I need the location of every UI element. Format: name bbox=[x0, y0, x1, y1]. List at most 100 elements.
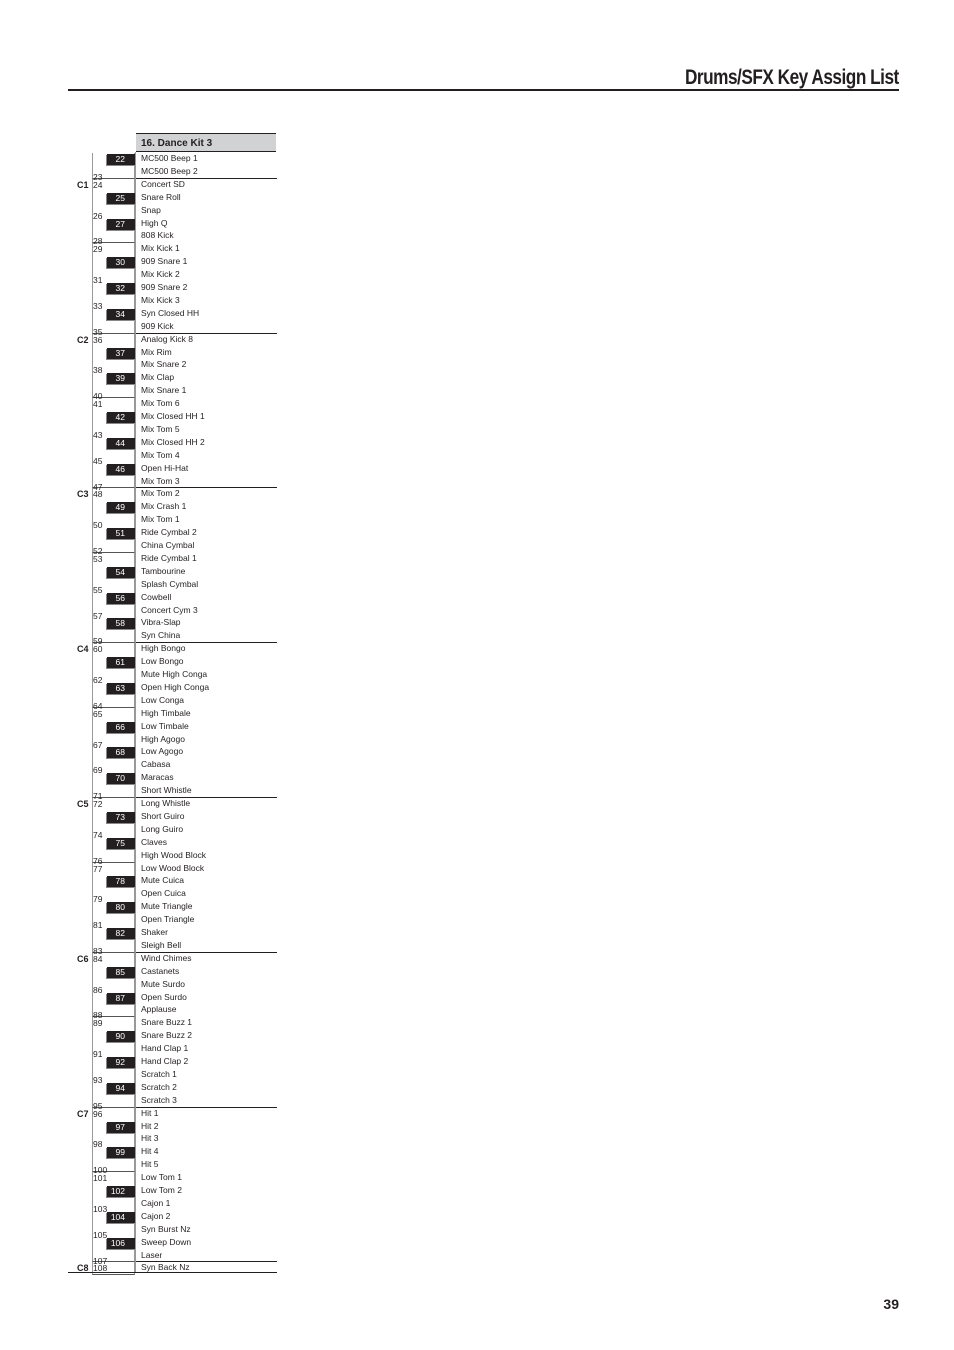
list-item: Cowbell bbox=[141, 591, 172, 602]
white-key-number: 96 bbox=[93, 1108, 103, 1119]
white-key-number: 24 bbox=[93, 179, 103, 190]
list-item: Short Guiro bbox=[141, 810, 185, 821]
black-key[interactable]: 44 bbox=[107, 437, 135, 449]
list-item: Low Tom 1 bbox=[141, 1172, 182, 1183]
white-key-number: 53 bbox=[93, 553, 103, 564]
list-item: Hit 1 bbox=[141, 1107, 159, 1118]
black-key[interactable]: 63 bbox=[107, 682, 135, 694]
black-key[interactable]: 99 bbox=[107, 1147, 135, 1159]
list-item: Long Guiro bbox=[141, 823, 184, 834]
list-item: Open Surdo bbox=[141, 991, 187, 1002]
black-key[interactable]: 37 bbox=[107, 347, 135, 359]
list-item: 909 Snare 2 bbox=[141, 282, 188, 292]
black-key[interactable]: 22 bbox=[107, 154, 135, 165]
list-item: Long Whistle bbox=[141, 798, 191, 808]
white-key-number: 81 bbox=[93, 920, 103, 931]
octave-rule bbox=[136, 332, 277, 334]
black-key[interactable]: 75 bbox=[107, 837, 135, 849]
title-rule bbox=[68, 89, 899, 91]
white-key-number: 93 bbox=[93, 1074, 103, 1085]
black-key[interactable]: 82 bbox=[107, 928, 135, 939]
list-item: High Timbale bbox=[141, 707, 191, 718]
list-item: Cajon 2 bbox=[141, 1210, 171, 1221]
white-key-number: 43 bbox=[93, 429, 103, 440]
black-key[interactable]: 106 bbox=[107, 1237, 135, 1249]
white-key-number: 103 bbox=[93, 1203, 108, 1214]
black-key[interactable]: 56 bbox=[107, 592, 135, 604]
black-key[interactable]: 27 bbox=[107, 218, 135, 230]
white-key-number: 72 bbox=[93, 799, 103, 809]
black-key[interactable]: 97 bbox=[107, 1121, 135, 1133]
list-item: Mix Kick 2 bbox=[141, 269, 180, 280]
white-key-number: 48 bbox=[93, 489, 103, 500]
black-key[interactable]: 34 bbox=[107, 308, 135, 320]
black-key[interactable]: 73 bbox=[107, 811, 135, 823]
black-key[interactable]: 39 bbox=[107, 373, 135, 385]
black-key[interactable]: 70 bbox=[107, 773, 135, 785]
black-key[interactable]: 46 bbox=[107, 463, 135, 475]
list-item: Analog Kick 8 bbox=[141, 333, 193, 344]
white-key-number: 69 bbox=[93, 765, 103, 776]
list-item: Mute Triangle bbox=[141, 901, 193, 912]
octave-label: C2 bbox=[77, 334, 89, 345]
list-item: Low Timbale bbox=[141, 720, 189, 731]
black-key[interactable]: 58 bbox=[107, 618, 135, 630]
black-key[interactable]: 51 bbox=[107, 528, 135, 540]
keyboard-divider bbox=[135, 152, 136, 1273]
black-key[interactable]: 78 bbox=[107, 876, 135, 888]
black-key[interactable]: 104 bbox=[107, 1211, 135, 1223]
white-key-number: 98 bbox=[93, 1139, 103, 1150]
list-item: Snare Roll bbox=[141, 191, 181, 202]
black-key[interactable]: 102 bbox=[107, 1186, 135, 1197]
white-key-number: 67 bbox=[93, 739, 103, 750]
list-item: Mix Kick 1 bbox=[141, 243, 180, 254]
list-item: Hit 5 bbox=[141, 1159, 159, 1170]
list-item: Mix Tom 3 bbox=[141, 475, 180, 486]
white-key-number: 33 bbox=[93, 300, 103, 311]
white-key-number: 60 bbox=[93, 644, 103, 655]
list-item: Low Agogo bbox=[141, 746, 184, 757]
white-key-number: 65 bbox=[93, 708, 103, 719]
white-key-number: 50 bbox=[93, 520, 103, 531]
list-item: Castanets bbox=[141, 965, 180, 976]
white-key-number: 86 bbox=[93, 984, 103, 995]
list-item: Ride Cymbal 2 bbox=[141, 527, 197, 538]
black-key[interactable]: 92 bbox=[107, 1057, 135, 1068]
list-item: Hit 3 bbox=[141, 1133, 159, 1144]
list-item: Snap bbox=[141, 204, 161, 215]
black-key[interactable]: 80 bbox=[107, 902, 135, 914]
list-item: Scratch 2 bbox=[141, 1081, 177, 1092]
page-title: Drums/SFX Key Assign List bbox=[685, 66, 899, 89]
list-item: Scratch 1 bbox=[141, 1068, 177, 1079]
list-item: Low Conga bbox=[141, 694, 185, 705]
list-item: Hit 2 bbox=[141, 1120, 159, 1131]
octave-label: C4 bbox=[77, 644, 89, 655]
black-key[interactable]: 85 bbox=[107, 966, 135, 978]
white-key-number: 38 bbox=[93, 365, 103, 376]
white-key-number: 29 bbox=[93, 244, 103, 255]
list-item: Laser bbox=[141, 1249, 163, 1260]
black-key[interactable]: 42 bbox=[107, 412, 135, 423]
black-key[interactable]: 25 bbox=[107, 192, 135, 204]
list-item: Scratch 3 bbox=[141, 1094, 177, 1105]
black-key[interactable]: 66 bbox=[107, 721, 135, 733]
black-key[interactable]: 30 bbox=[107, 257, 135, 269]
list-item: Mix Rim bbox=[141, 346, 172, 357]
list-item: 909 Kick bbox=[141, 320, 174, 331]
black-key[interactable]: 90 bbox=[107, 1031, 135, 1043]
black-key[interactable]: 32 bbox=[107, 283, 135, 294]
list-item: Concert SD bbox=[141, 178, 185, 189]
list-item: High Wood Block bbox=[141, 849, 207, 860]
black-key[interactable]: 87 bbox=[107, 992, 135, 1004]
black-key[interactable]: 68 bbox=[107, 747, 135, 759]
list-item: Open High Conga bbox=[141, 681, 210, 692]
black-key[interactable]: 94 bbox=[107, 1082, 135, 1094]
list-item: Claves bbox=[141, 836, 167, 847]
black-key[interactable]: 61 bbox=[107, 657, 135, 669]
list-item: Cajon 1 bbox=[141, 1197, 171, 1208]
black-key[interactable]: 54 bbox=[107, 566, 135, 578]
page-number: 39 bbox=[883, 1296, 899, 1312]
black-key[interactable]: 49 bbox=[107, 502, 135, 514]
list-item: Low Wood Block bbox=[141, 862, 205, 873]
white-key-number: 57 bbox=[93, 610, 103, 621]
